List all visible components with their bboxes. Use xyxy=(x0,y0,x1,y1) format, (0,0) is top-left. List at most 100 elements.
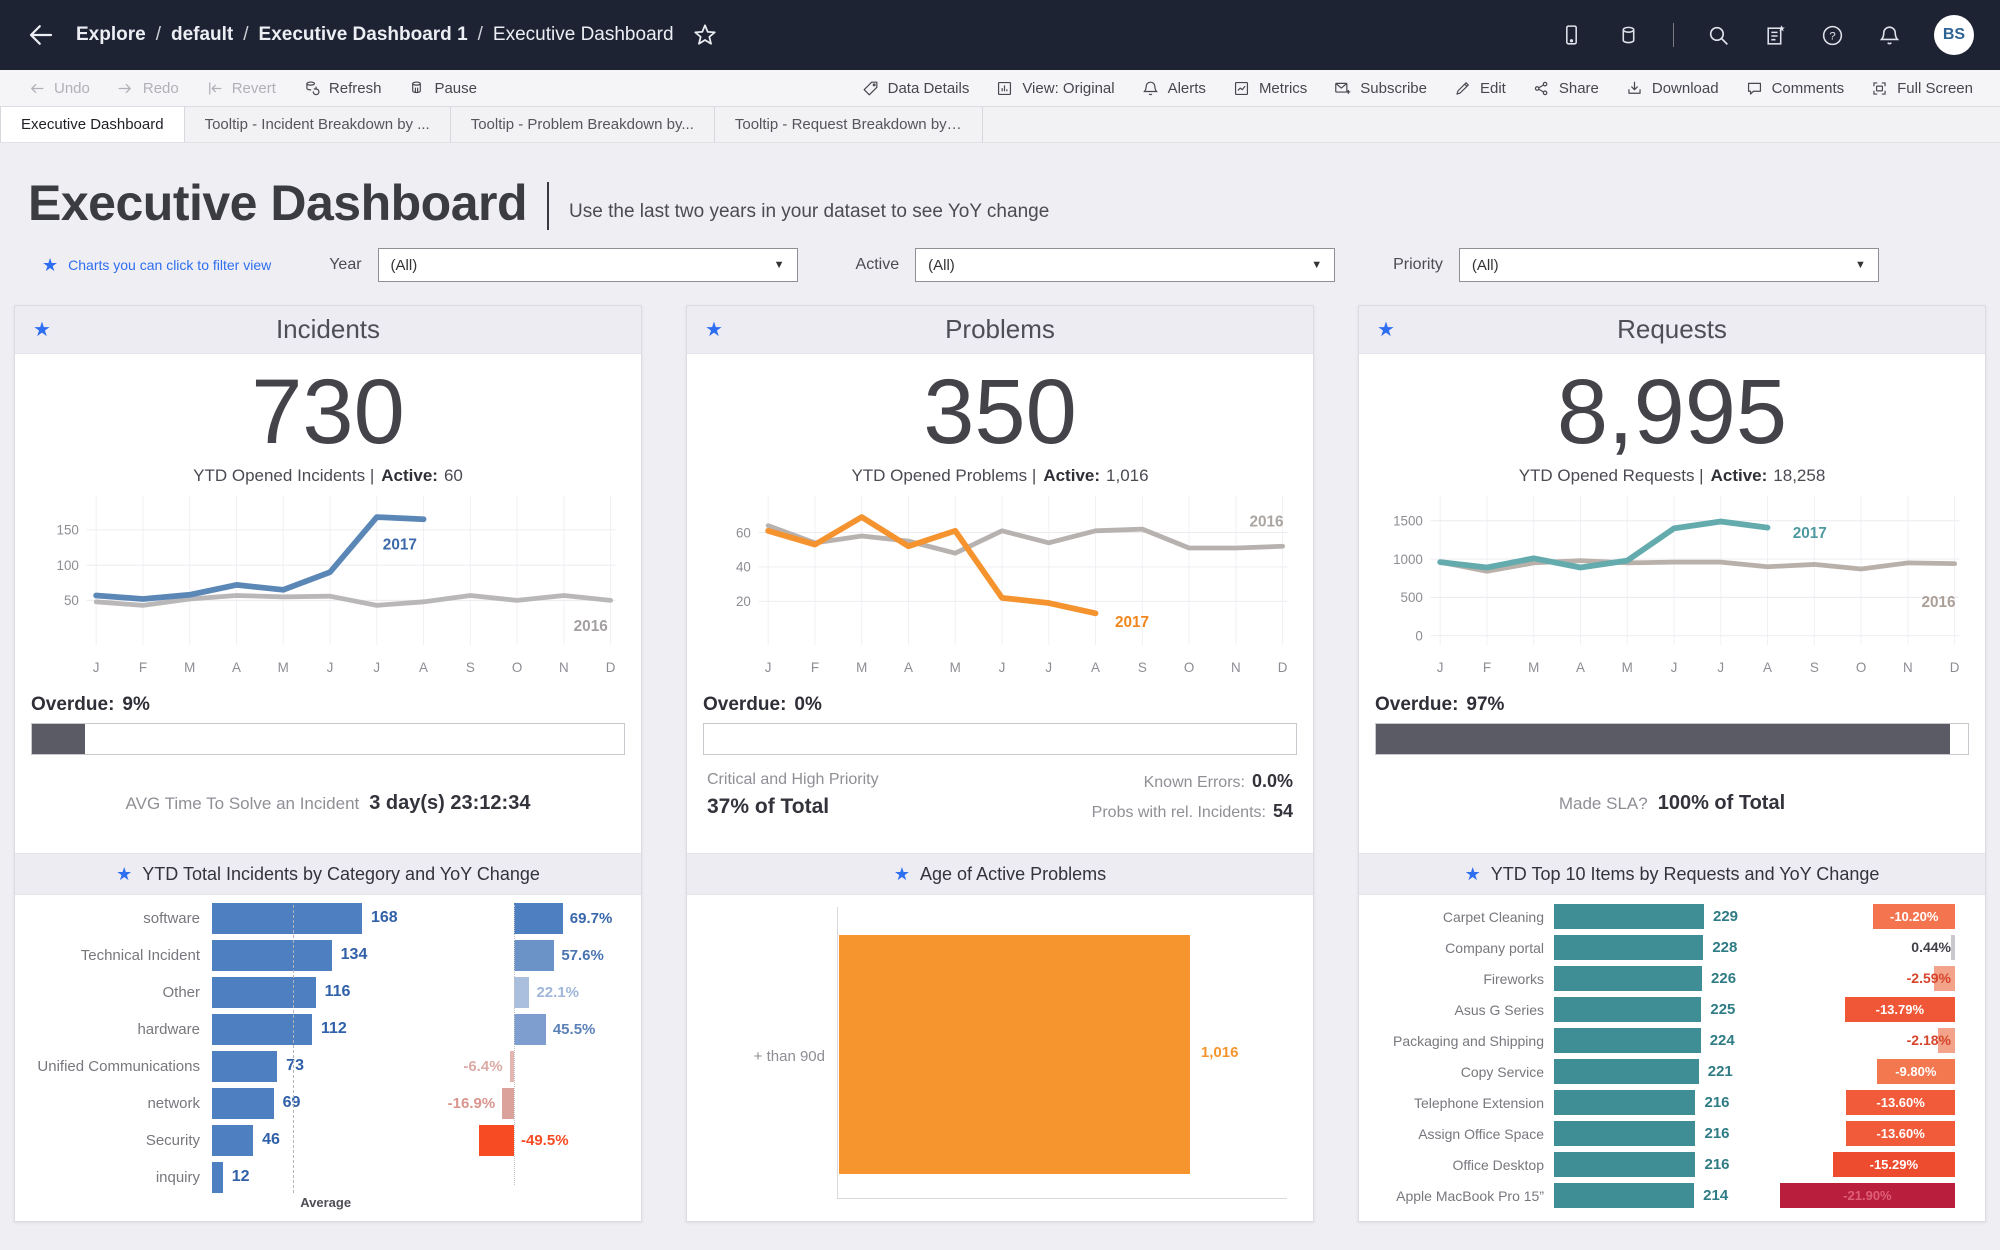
category-bar[interactable] xyxy=(212,903,362,934)
redo-button[interactable]: Redo xyxy=(103,70,192,106)
filter-hint[interactable]: ★ Charts you can click to filter view xyxy=(42,255,271,276)
star-icon[interactable]: ★ xyxy=(1377,317,1395,342)
active-filter-dropdown[interactable]: (All) ▼ xyxy=(915,248,1335,282)
incidents-category-chart[interactable]: software16869.7%Technical Incident13457.… xyxy=(15,895,641,1221)
request-row-office-desktop[interactable]: Office Desktop216-15.29% xyxy=(1359,1149,1985,1180)
request-row-company-portal[interactable]: Company portal2280.44% xyxy=(1359,932,1985,963)
subscribe-button[interactable]: Subscribe xyxy=(1320,70,1440,106)
category-bar[interactable] xyxy=(212,1014,312,1045)
undo-button[interactable]: Undo xyxy=(14,70,103,106)
back-icon[interactable] xyxy=(26,20,56,50)
request-bar[interactable] xyxy=(1554,935,1703,960)
priority-filter-dropdown[interactable]: (All) ▼ xyxy=(1459,248,1879,282)
incidents-trend-chart[interactable]: 50100150JFMAMJJASOND20162017 xyxy=(31,492,625,684)
yoy-bar[interactable] xyxy=(502,1088,514,1119)
tab-executive-dashboard[interactable]: Executive Dashboard xyxy=(0,107,185,142)
category-bar[interactable] xyxy=(212,940,332,971)
category-bar[interactable] xyxy=(212,1051,277,1082)
yoy-chip[interactable]: -13.60% xyxy=(1846,1121,1955,1146)
request-row-carpet-cleaning[interactable]: Carpet Cleaning229-10.20% xyxy=(1359,901,1985,932)
request-bar[interactable] xyxy=(1554,1028,1701,1053)
star-icon[interactable]: ★ xyxy=(894,864,910,885)
full-screen-button[interactable]: Full Screen xyxy=(1857,70,1986,106)
view-original-button[interactable]: View: Original xyxy=(982,70,1127,106)
tab-tooltip-problem-breakdown[interactable]: Tooltip - Problem Breakdown by... xyxy=(451,107,715,142)
yoy-chip[interactable]: -10.20% xyxy=(1873,904,1955,929)
category-row-software[interactable]: software16869.7% xyxy=(15,900,641,937)
star-icon[interactable]: ★ xyxy=(33,317,51,342)
edit-button[interactable]: Edit xyxy=(1440,70,1519,106)
favorite-star-icon[interactable] xyxy=(692,22,718,48)
yoy-chip[interactable]: -13.60% xyxy=(1846,1090,1955,1115)
category-row-technical-incident[interactable]: Technical Incident13457.6% xyxy=(15,937,641,974)
yoy-bar[interactable] xyxy=(479,1125,514,1156)
requests-top10-chart[interactable]: Carpet Cleaning229-10.20%Company portal2… xyxy=(1359,895,1985,1221)
category-bar[interactable] xyxy=(212,1125,253,1156)
request-bar[interactable] xyxy=(1554,904,1704,929)
star-icon[interactable]: ★ xyxy=(116,864,132,885)
svg-text:150: 150 xyxy=(57,523,79,538)
age-bar[interactable] xyxy=(839,935,1190,1174)
requests-trend-chart[interactable]: 050010001500JFMAMJJASOND20162017 xyxy=(1375,492,1969,684)
request-bar[interactable] xyxy=(1554,1152,1695,1177)
breadcrumb-project[interactable]: default xyxy=(171,24,233,46)
yoy-chip[interactable]: -9.80% xyxy=(1877,1059,1955,1084)
tab-tooltip-request-breakdown[interactable]: Tooltip - Request Breakdown by… xyxy=(715,107,983,142)
data-details-button[interactable]: Data Details xyxy=(848,70,983,106)
user-avatar[interactable]: BS xyxy=(1934,15,1974,55)
breadcrumb-explore[interactable]: Explore xyxy=(76,24,146,46)
share-button[interactable]: Share xyxy=(1519,70,1612,106)
category-bar[interactable] xyxy=(212,1088,274,1119)
star-icon[interactable]: ★ xyxy=(705,317,723,342)
data-source-icon[interactable] xyxy=(1616,23,1641,48)
alerts-button[interactable]: Alerts xyxy=(1128,70,1219,106)
request-bar[interactable] xyxy=(1554,1121,1695,1146)
tab-tooltip-incident-breakdown[interactable]: Tooltip - Incident Breakdown by ... xyxy=(185,107,451,142)
request-bar[interactable] xyxy=(1554,1059,1699,1084)
request-row-asus-g-series[interactable]: Asus G Series225-13.79% xyxy=(1359,994,1985,1025)
category-row-unified-communications[interactable]: Unified Communications73-6.4% xyxy=(15,1048,641,1085)
filter-year: Year (All) ▼ xyxy=(329,248,797,282)
problems-trend-chart[interactable]: 204060JFMAMJJASOND20162017 xyxy=(703,492,1297,684)
incidents-subtitle: YTD Opened Incidents |Active:60 xyxy=(15,466,641,486)
refresh-button[interactable]: Refresh xyxy=(289,70,395,106)
category-bar[interactable] xyxy=(212,1162,223,1193)
pause-button[interactable]: Pause xyxy=(394,70,490,106)
yoy-bar[interactable] xyxy=(514,977,529,1008)
request-row-assign-office-space[interactable]: Assign Office Space216-13.60% xyxy=(1359,1118,1985,1149)
category-row-hardware[interactable]: hardware11245.5% xyxy=(15,1011,641,1048)
request-row-apple-macbook-pro-15[interactable]: Apple MacBook Pro 15”214-21.90% xyxy=(1359,1180,1985,1211)
yoy-chip[interactable]: -13.79% xyxy=(1845,997,1955,1022)
yoy-chip[interactable]: -15.29% xyxy=(1833,1152,1955,1177)
yoy-bar[interactable] xyxy=(514,1014,546,1045)
year-filter-dropdown[interactable]: (All) ▼ xyxy=(378,248,798,282)
comments-button[interactable]: Comments xyxy=(1732,70,1858,106)
breadcrumb-workbook[interactable]: Executive Dashboard 1 xyxy=(259,24,468,46)
category-row-network[interactable]: network69-16.9% xyxy=(15,1085,641,1122)
yoy-chip[interactable] xyxy=(1951,935,1955,960)
revert-button[interactable]: Revert xyxy=(192,70,289,106)
request-bar[interactable] xyxy=(1554,966,1702,991)
request-bar[interactable] xyxy=(1554,1183,1694,1208)
yoy-bar[interactable] xyxy=(514,940,554,971)
request-row-copy-service[interactable]: Copy Service221-9.80% xyxy=(1359,1056,1985,1087)
category-bar[interactable] xyxy=(212,977,316,1008)
metrics-button[interactable]: Metrics xyxy=(1219,70,1320,106)
device-preview-icon[interactable] xyxy=(1559,23,1584,48)
download-button[interactable]: Download xyxy=(1612,70,1732,106)
request-row-packaging-and-shipping[interactable]: Packaging and Shipping224-2.18% xyxy=(1359,1025,1985,1056)
yoy-chip[interactable]: -21.90% xyxy=(1780,1183,1955,1208)
category-row-other[interactable]: Other11622.1% xyxy=(15,974,641,1011)
request-bar[interactable] xyxy=(1554,1090,1695,1115)
request-row-fireworks[interactable]: Fireworks226-2.59% xyxy=(1359,963,1985,994)
request-bar[interactable] xyxy=(1554,997,1701,1022)
search-icon[interactable] xyxy=(1706,23,1731,48)
category-row-inquiry[interactable]: inquiry12 xyxy=(15,1159,641,1196)
category-row-security[interactable]: Security46-49.5% xyxy=(15,1122,641,1159)
help-icon[interactable]: ? xyxy=(1820,23,1845,48)
notifications-bell-icon[interactable] xyxy=(1877,23,1902,48)
favorites-list-icon[interactable] xyxy=(1763,23,1788,48)
yoy-bar[interactable] xyxy=(514,903,563,934)
request-row-telephone-extension[interactable]: Telephone Extension216-13.60% xyxy=(1359,1087,1985,1118)
star-icon[interactable]: ★ xyxy=(1465,864,1481,885)
